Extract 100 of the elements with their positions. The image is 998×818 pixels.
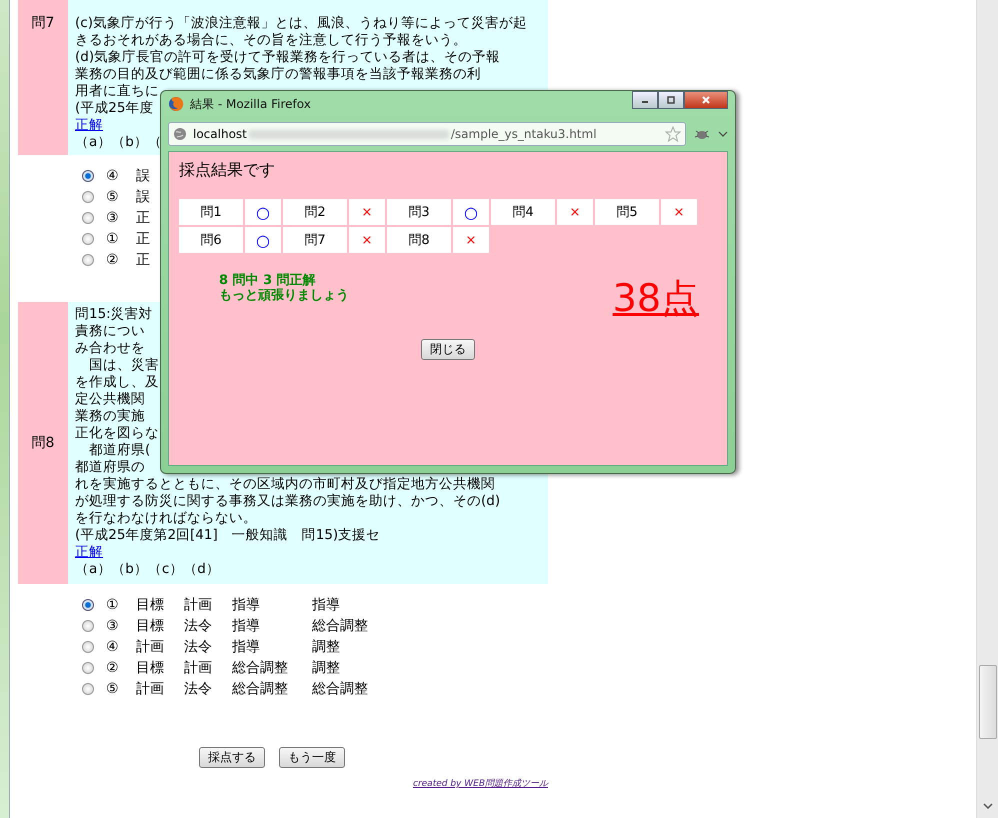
radio-button[interactable]	[82, 662, 94, 674]
answer-text: （a）（b）（c）（d）	[75, 561, 220, 578]
option-text: 計画	[136, 638, 165, 656]
result-mark-cell: ×	[453, 227, 489, 253]
option-text: 目標	[136, 658, 165, 676]
result-question-cell: 問4	[491, 199, 555, 225]
question-text-line: (c)気象庁が行う「波浪注意報」とは、風浪、うねり等によって災害が起	[75, 15, 527, 32]
option-text: 法令	[184, 616, 213, 634]
question-text-line: み合わせを	[75, 340, 145, 357]
option-text: 指導	[232, 638, 261, 656]
bug-icon[interactable]	[694, 128, 710, 140]
question-text-line: 業務の目的及び範囲に係る気象庁の警報事項を当該予報業務の利	[75, 66, 481, 83]
radio-button[interactable]	[82, 170, 94, 182]
question-text-line: (平成25年度	[75, 100, 154, 117]
result-question-cell: 問5	[595, 199, 659, 225]
answer-text: （a）（b）（	[75, 134, 162, 151]
result-mark-cell: ×	[349, 227, 385, 253]
question-text-line: 都道府県の	[75, 459, 145, 476]
option-text: 総合調整	[312, 616, 369, 634]
radio-button[interactable]	[82, 190, 94, 202]
form-button[interactable]: もう一度	[279, 747, 345, 768]
browser-logo-icon	[168, 96, 184, 112]
question-number: 問7	[32, 14, 54, 33]
question-text-line: (d)気象庁長官の許可を受けて予報業務を行っている者は、その予報	[75, 49, 500, 66]
question-text-line: れを実施するとともに、その区域内の市町村及び指定地方公共機関	[75, 476, 495, 493]
result-mark-cell: ×	[557, 199, 593, 225]
scroll-down-icon[interactable]	[983, 803, 993, 809]
question-text-line: が処理する防災に関する事務又は業務の実施を助け、かつ、その(d)	[75, 493, 500, 510]
question-text-line: 国は、災害	[88, 357, 159, 374]
radio-button[interactable]	[82, 254, 94, 266]
question-text-line: を行なわなければならない。	[75, 510, 257, 527]
credit-link[interactable]: created by WEB問題作成ツール	[413, 779, 548, 789]
score-text: 38点	[612, 277, 699, 319]
radio-button[interactable]	[82, 620, 94, 632]
star-icon[interactable]	[665, 126, 681, 142]
option-text: 指導	[312, 596, 341, 614]
option-text: 調整	[312, 638, 341, 656]
close-dialog-button[interactable]: 閉じる	[421, 339, 475, 360]
option-text: 調整	[312, 658, 341, 676]
radio-button[interactable]	[82, 682, 94, 694]
radio-button[interactable]	[82, 212, 94, 224]
result-message: もっと頑張りましょう	[219, 288, 349, 303]
radio-button[interactable]	[82, 232, 94, 244]
result-mark-cell: ○	[245, 227, 281, 253]
option-text: 計画	[184, 596, 213, 614]
dropdown-icon[interactable]	[718, 131, 728, 137]
maximize-button[interactable]	[658, 91, 684, 109]
option-text: ②	[106, 252, 120, 268]
question-text-line: を作成し、及	[75, 374, 159, 391]
option-text: 正	[136, 208, 151, 226]
option-text: 目標	[136, 596, 165, 614]
option-text: ⑤	[106, 188, 120, 204]
answer-link[interactable]: 正解	[75, 117, 103, 134]
result-summary: 8 問中 3 問正解	[219, 273, 317, 288]
question-text-line: 正化を図らな	[75, 425, 159, 442]
option-text: 指導	[232, 616, 261, 634]
result-mark-cell: ○	[245, 199, 281, 225]
option-text: ④	[106, 168, 120, 184]
option-text: 正	[136, 230, 151, 248]
option-text: ⑤	[106, 680, 120, 696]
maximize-icon	[666, 95, 676, 105]
result-mark-cell: ×	[349, 199, 385, 225]
option-text: 指導	[232, 596, 261, 614]
option-text: ①	[106, 596, 120, 612]
result-question-cell: 問3	[387, 199, 451, 225]
result-question-cell: 問2	[283, 199, 347, 225]
option-text: 総合調整	[232, 658, 289, 676]
option-text: 計画	[136, 680, 165, 698]
result-mark-cell: ×	[661, 199, 697, 225]
radio-button[interactable]	[82, 598, 94, 610]
option-text: 計画	[184, 658, 213, 676]
result-question-cell: 問1	[179, 199, 243, 225]
question-text-line: 問15:災害対	[75, 306, 153, 323]
option-text: ④	[106, 638, 120, 654]
url-path: /sample_ys_ntaku3.html	[450, 127, 597, 141]
question-text-line: 責務につい	[75, 323, 145, 340]
option-text: 総合調整	[312, 680, 369, 698]
globe-icon	[173, 127, 187, 141]
url-host: localhost	[193, 127, 247, 141]
question-text-line: (平成25年度第2回[41] 一般知識 問15)支援セ	[75, 527, 380, 544]
question-number: 問8	[32, 434, 54, 452]
option-text: 正	[136, 250, 151, 268]
question-text-line: きるおそれがある場合に、その旨を注意して行う予報をいう。	[75, 32, 467, 49]
option-text: 法令	[184, 638, 213, 656]
scrollbar[interactable]	[976, 0, 998, 818]
question-text-line: 業務の実施	[75, 408, 145, 425]
window-title: 結果 - Mozilla Firefox	[190, 96, 311, 112]
result-heading: 採点結果です	[179, 160, 276, 181]
address-bar[interactable]: localhost /sample_ys_ntaku3.html	[168, 122, 686, 146]
answer-link[interactable]: 正解	[75, 544, 103, 561]
result-mark-cell: ○	[453, 199, 489, 225]
minimize-button[interactable]	[632, 91, 658, 109]
radio-button[interactable]	[82, 640, 94, 652]
form-button[interactable]: 採点する	[199, 747, 265, 768]
result-question-cell: 問7	[283, 227, 347, 253]
option-text: 総合調整	[232, 680, 289, 698]
scrollbar-thumb[interactable]	[979, 665, 997, 739]
close-button[interactable]	[684, 91, 728, 109]
option-text: ③	[106, 210, 120, 226]
option-text: 誤	[136, 188, 151, 206]
